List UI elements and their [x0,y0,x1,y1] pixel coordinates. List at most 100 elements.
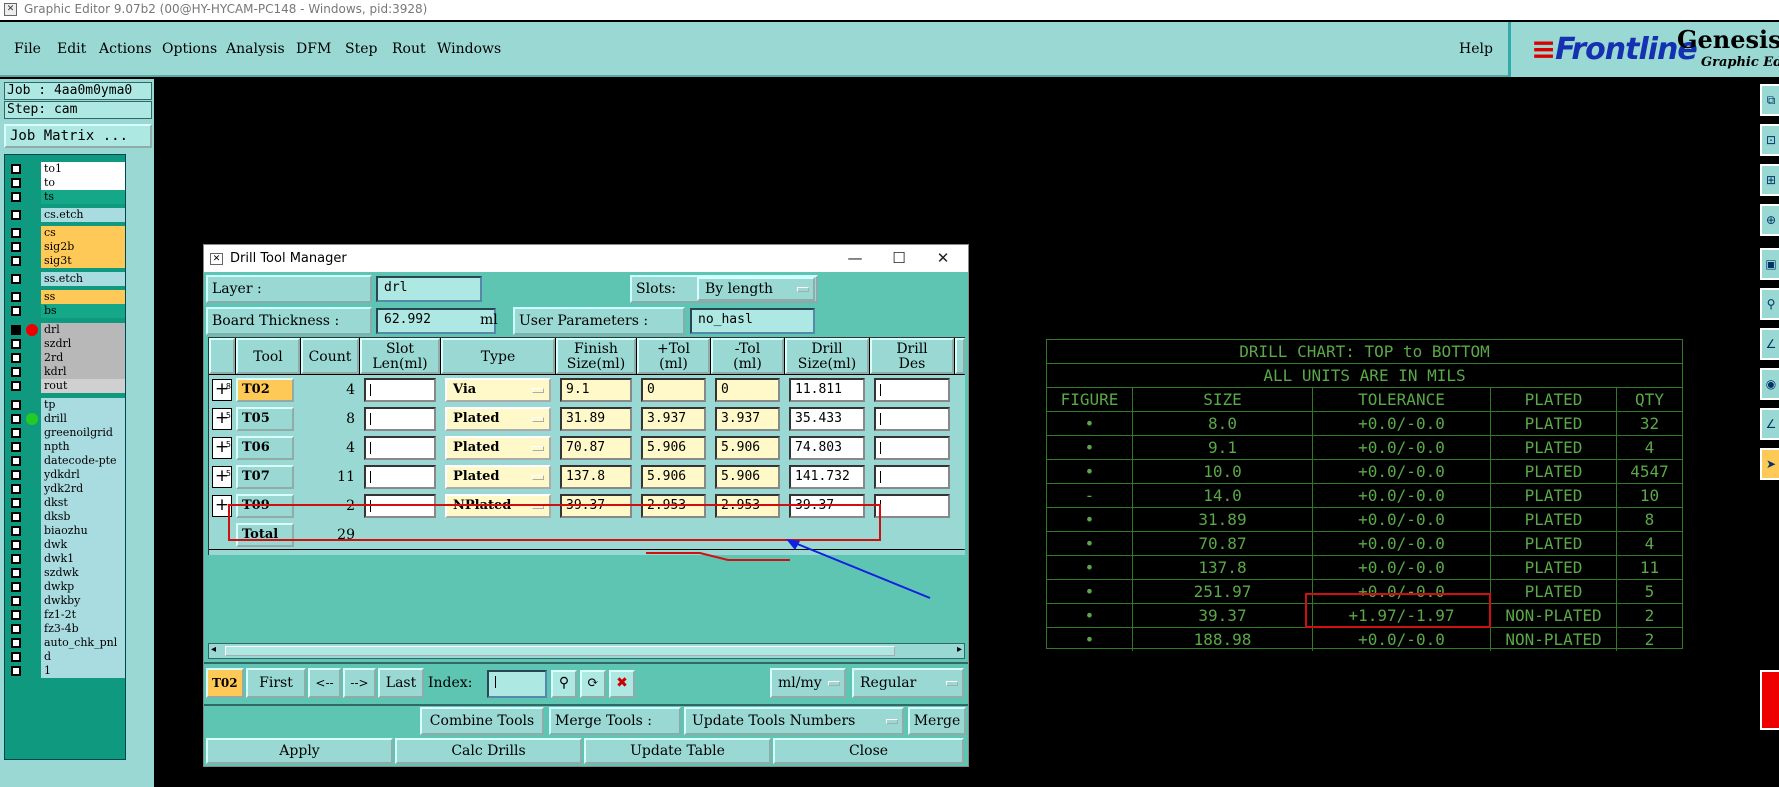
layer-checkbox[interactable] [11,526,21,536]
drill-size-input[interactable]: 141.732 [789,465,865,489]
tool-id-button[interactable]: T06 [236,436,294,460]
horizontal-scrollbar[interactable]: ◂ ▸ [208,643,965,659]
drill-size-input[interactable]: 39.37 [789,494,865,518]
tool-icon-4[interactable]: ⊕ [1760,204,1779,236]
layer-checkbox[interactable] [11,554,21,564]
user-parameters-field[interactable]: no_hasl [690,308,815,334]
layer-row[interactable]: auto_chk_pnl [7,636,125,650]
expand-plus-icon[interactable]: +5 [212,408,232,430]
layer-checkbox[interactable] [11,624,21,634]
plus-tol-input[interactable]: 2.953 [641,494,706,518]
layer-row[interactable]: to1 [7,162,125,176]
layer-checkbox[interactable] [11,568,21,578]
layer-row[interactable]: cs.etch [7,208,125,222]
scroll-thumb[interactable] [225,646,895,656]
layer-row[interactable]: datecode-pte [7,454,125,468]
type-dropdown[interactable]: Plated [445,407,551,431]
type-dropdown[interactable]: Plated [445,436,551,460]
layer-row[interactable]: 2rd [7,351,125,365]
layer-row[interactable]: dksb [7,510,125,524]
tool-icon-5[interactable]: ▣ [1760,248,1779,280]
layer-row[interactable]: to [7,176,125,190]
next-button[interactable]: --> [343,668,376,698]
mode-dropdown[interactable]: Regular [852,668,964,698]
plus-tol-input[interactable]: 5.906 [641,465,706,489]
drill-des-input[interactable] [874,465,950,489]
tool-id-button[interactable]: T07 [236,465,294,489]
layer-checkbox[interactable] [11,428,21,438]
layer-row[interactable]: ydk2rd [7,482,125,496]
drill-size-input[interactable]: 35.433 [789,407,865,431]
tool-icon-9[interactable]: ∠ [1760,408,1779,440]
drill-des-input[interactable] [874,494,950,518]
menu-edit[interactable]: Edit [57,41,86,57]
index-field[interactable] [487,670,547,698]
update-tools-numbers-dropdown[interactable]: Update Tools Numbers [684,707,904,735]
finish-size-input[interactable]: 70.87 [560,436,632,460]
close-icon[interactable]: ✕ [921,245,965,272]
layer-checkbox[interactable] [11,512,21,522]
layer-row[interactable]: dwk [7,538,125,552]
menu-actions[interactable]: Actions [99,41,152,57]
tool-icon-6[interactable]: ⚲ [1760,288,1779,320]
layer-row[interactable]: cs [7,226,125,240]
minus-tol-input[interactable]: 5.906 [715,465,780,489]
finish-size-input[interactable]: 9.1 [560,378,632,402]
layer-checkbox[interactable] [11,228,21,238]
expand-plus-icon[interactable]: +5 [212,437,232,459]
layer-checkbox[interactable] [11,652,21,662]
board-thickness-field[interactable]: 62.992 [376,308,496,334]
tool-icon-3[interactable]: ⊞ [1760,164,1779,196]
layer-row[interactable]: dkst [7,496,125,510]
slot-length-input[interactable] [364,407,436,431]
layer-row[interactable]: d [7,650,125,664]
layer-checkbox[interactable] [11,442,21,452]
menu-file[interactable]: File [14,41,41,57]
layer-row[interactable]: drl [7,323,125,337]
layer-checkbox[interactable] [11,596,21,606]
layer-row[interactable]: 1 [7,664,125,678]
tool-id-button[interactable]: T02 [236,378,294,402]
layer-row[interactable]: ts [7,190,125,204]
layer-row[interactable]: kdrl [7,365,125,379]
layer-row[interactable]: dwk1 [7,552,125,566]
calc-drills-button[interactable]: Calc Drills [395,738,582,764]
job-matrix-button[interactable]: Job Matrix ... [4,124,152,148]
prev-button[interactable]: <-- [308,668,341,698]
update-table-button[interactable]: Update Table [584,738,771,764]
slot-length-input[interactable] [364,436,436,460]
layer-checkbox[interactable] [11,325,21,335]
layer-checkbox[interactable] [11,484,21,494]
layer-row[interactable]: szdwk [7,566,125,580]
expand-plus-icon[interactable]: +5 [212,466,232,488]
scroll-right-icon[interactable]: ▸ [957,644,962,655]
layer-row[interactable]: fz3-4b [7,622,125,636]
layer-row[interactable]: tp [7,398,125,412]
slots-dropdown[interactable]: By length [697,277,815,301]
drill-size-input[interactable]: 11.811 [789,378,865,402]
slot-length-input[interactable] [364,494,436,518]
expand-plus-icon[interactable]: + [212,495,232,517]
tool-icon-2[interactable]: ⊡ [1760,124,1779,156]
minus-tol-input[interactable]: 2.953 [715,494,780,518]
minus-tol-input[interactable]: 3.937 [715,407,780,431]
menu-analysis[interactable]: Analysis [226,41,285,57]
tool-icon-1[interactable]: ⧉ [1760,84,1779,116]
type-dropdown[interactable]: NPlated [445,494,551,518]
tool-id-button[interactable]: T05 [236,407,294,431]
layer-checkbox[interactable] [11,164,21,174]
layer-row[interactable]: drill [7,412,125,426]
layer-checkbox[interactable] [11,242,21,252]
type-dropdown[interactable]: Via [445,378,551,402]
finish-size-input[interactable]: 39.37 [560,494,632,518]
layer-checkbox[interactable] [11,292,21,302]
search-icon[interactable]: ⚲ [551,670,577,698]
layer-checkbox[interactable] [11,456,21,466]
layer-row[interactable]: rout [7,379,125,393]
tool-id-button[interactable]: T09 [236,494,294,518]
layer-row[interactable]: ss [7,290,125,304]
layer-checkbox[interactable] [11,274,21,284]
menu-windows[interactable]: Windows [437,41,501,57]
layer-row[interactable]: bs [7,304,125,318]
layer-row[interactable]: ydkdrl [7,468,125,482]
